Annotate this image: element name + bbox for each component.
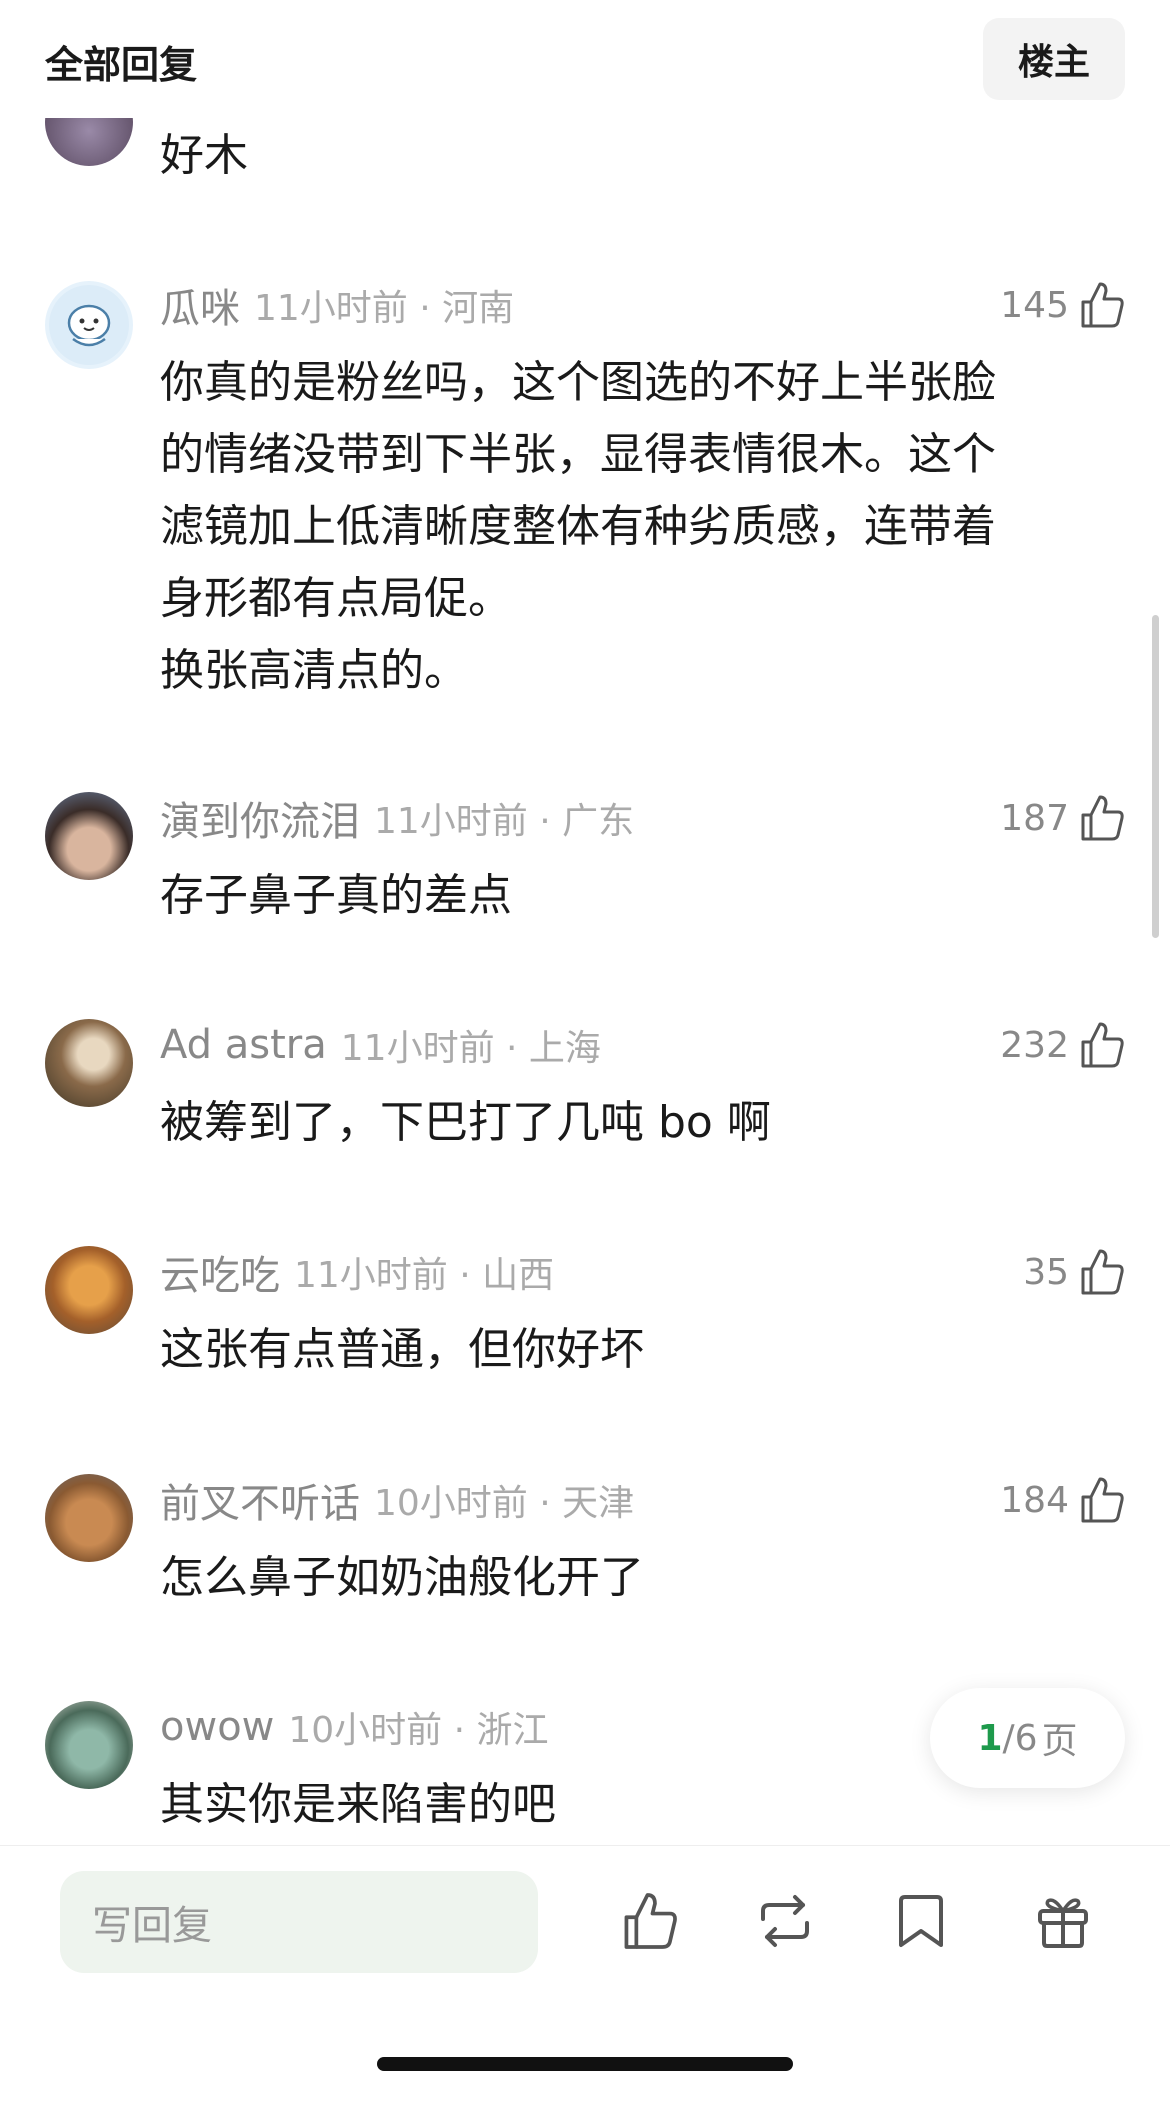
username[interactable]: Ad astra (160, 1022, 327, 1068)
comment-meta: 瓜咪 11小时前 · 河南 (160, 275, 514, 335)
avatar[interactable] (45, 1019, 133, 1107)
bookmark-button[interactable] (888, 1888, 954, 1954)
comment-text: 存子鼻子真的差点 (160, 870, 512, 921)
username[interactable]: owow (160, 1704, 274, 1750)
avatar[interactable] (45, 792, 133, 880)
comment-text: 这张有点普通，但你好坏 (160, 1324, 644, 1375)
like-button[interactable]: 232 (1000, 1015, 1125, 1075)
comment-item: 演到你流泪 11小时前 · 广东 187 存子鼻子真的差点 (0, 788, 1170, 928)
username[interactable]: 前叉不听话 (160, 1471, 360, 1529)
thumbs-up-icon (1081, 1477, 1124, 1523)
comment-item: 云吃吃 11小时前 · 山西 35 这张有点普通，但你好坏 (0, 1242, 1170, 1382)
timestamp-location: 11小时前 · 广东 (374, 801, 635, 842)
username[interactable]: 瓜咪 (160, 276, 240, 334)
reply-input[interactable]: 写回复 (60, 1871, 538, 1973)
timestamp-location: 11小时前 · 河南 (254, 288, 515, 329)
like-button[interactable]: 35 (1023, 1242, 1125, 1302)
comment-item: 瓜咪 11小时前 · 河南 145 你真的是粉丝吗，这个图选的不好上半张脸 的情… (0, 275, 1170, 715)
timestamp-location: 10小时前 · 浙江 (288, 1710, 549, 1751)
comment-text: 被筹到了，下巴打了几吨 bo 啊 (160, 1097, 771, 1148)
like-count: 232 (1000, 1024, 1069, 1066)
comment-item: Ad astra 11小时前 · 上海 232 被筹到了，下巴打了几吨 bo 啊 (0, 1015, 1170, 1155)
like-count: 35 (1023, 1251, 1069, 1293)
op-only-button[interactable]: 楼主 (983, 18, 1125, 100)
comment-list: 好木 瓜咪 11小时前 · 河南 145 你真的是粉丝吗，这个图选的不好上半张脸… (0, 0, 1170, 1845)
comment-text: 怎么鼻子如奶油般化开了 (160, 1552, 644, 1603)
gift-button[interactable] (1030, 1888, 1096, 1954)
page-unit: 页 (1041, 1721, 1078, 1762)
comment-meta: 云吃吃 11小时前 · 山西 (160, 1242, 554, 1302)
reply-placeholder: 写回复 (92, 1903, 212, 1949)
avatar[interactable] (45, 1474, 133, 1562)
comment-text: 你真的是粉丝吗，这个图选的不好上半张脸 的情绪没带到下半张，显得表情很木。这个 … (160, 357, 996, 696)
thumbs-up-icon (1081, 282, 1124, 328)
comment-text: 好木 (160, 130, 248, 181)
repost-icon (761, 1895, 809, 1947)
repost-button[interactable] (752, 1888, 818, 1954)
comment-meta: 前叉不听话 10小时前 · 天津 (160, 1470, 634, 1530)
page-current: 1 (977, 1717, 1003, 1759)
home-indicator[interactable] (377, 2057, 793, 2071)
thumbs-up-icon (624, 1893, 677, 1949)
cartoon-avatar-icon (49, 285, 129, 365)
like-count: 184 (1000, 1479, 1069, 1521)
comment-item: 前叉不听话 10小时前 · 天津 184 怎么鼻子如奶油般化开了 (0, 1470, 1170, 1610)
like-action-button[interactable] (617, 1888, 683, 1954)
like-button[interactable]: 184 (1000, 1470, 1125, 1530)
like-button[interactable]: 187 (1000, 788, 1125, 848)
bottom-action-bar: 写回复 (0, 1845, 1170, 2101)
comment-meta: 演到你流泪 11小时前 · 广东 (160, 788, 634, 848)
avatar[interactable] (45, 281, 133, 369)
gift-icon (1038, 1898, 1088, 1948)
header: 全部回复 楼主 (0, 0, 1170, 118)
page-title: 全部回复 (45, 43, 198, 87)
thumbs-up-icon (1081, 795, 1124, 841)
username[interactable]: 云吃吃 (160, 1243, 280, 1301)
like-count: 187 (1000, 797, 1069, 839)
timestamp-location: 11小时前 · 山西 (294, 1255, 555, 1296)
scrollbar[interactable] (1152, 615, 1159, 938)
thumbs-up-icon (1081, 1022, 1124, 1068)
timestamp-location: 10小时前 · 天津 (374, 1483, 635, 1524)
pagination-indicator[interactable]: 1/6 页 (930, 1688, 1125, 1788)
avatar[interactable] (45, 1246, 133, 1334)
comment-meta: Ad astra 11小时前 · 上海 (160, 1015, 601, 1075)
bookmark-icon (899, 1895, 943, 1947)
timestamp-location: 11小时前 · 上海 (340, 1028, 601, 1069)
like-button[interactable]: 145 (1000, 275, 1125, 335)
like-count: 145 (1000, 284, 1069, 326)
username[interactable]: 演到你流泪 (160, 789, 360, 847)
page-total: /6 (1002, 1717, 1038, 1759)
thumbs-up-icon (1081, 1249, 1124, 1295)
avatar[interactable] (45, 1701, 133, 1789)
comment-meta: owow 10小时前 · 浙江 (160, 1697, 549, 1757)
